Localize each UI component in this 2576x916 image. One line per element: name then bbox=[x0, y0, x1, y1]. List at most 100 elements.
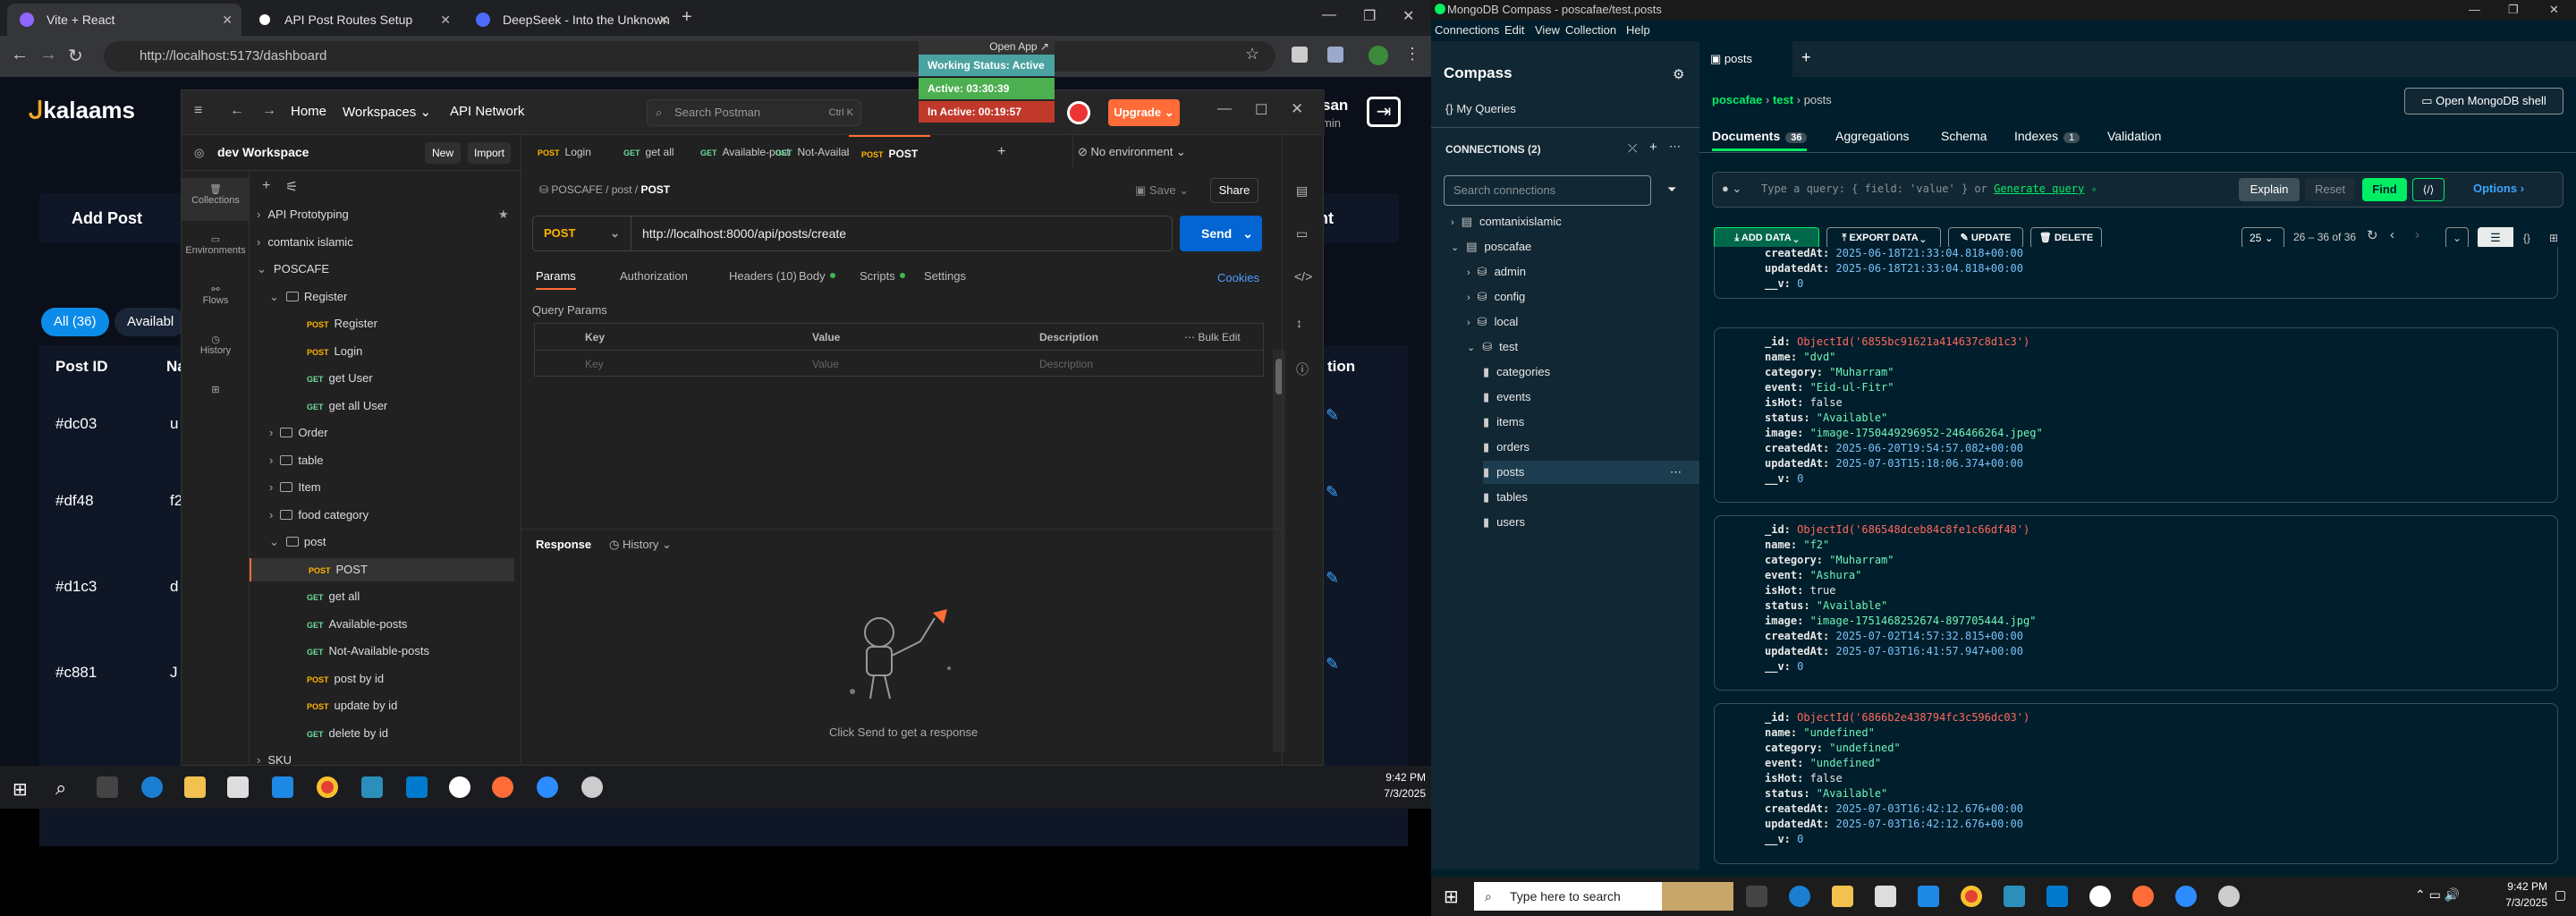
save-button[interactable]: ▣ Save ⌄ bbox=[1135, 183, 1189, 198]
subtab[interactable]: Body bbox=[799, 269, 835, 283]
sidebar-item[interactable]: ▮ orders bbox=[1483, 440, 1530, 454]
tab-validation[interactable]: Validation bbox=[2107, 129, 2161, 143]
open-shell-button[interactable]: ▭ Open MongoDB shell bbox=[2404, 88, 2563, 114]
vscode-icon[interactable] bbox=[2046, 886, 2068, 907]
postman-icon[interactable] bbox=[2132, 886, 2154, 907]
sidebar-item[interactable]: › food category bbox=[269, 504, 369, 527]
tab-request[interactable]: POST POST bbox=[849, 135, 931, 169]
app-icon[interactable] bbox=[581, 776, 603, 798]
subtab[interactable]: Authorization bbox=[620, 269, 688, 283]
request-url-input[interactable]: http://localhost:8000/api/posts/create bbox=[642, 216, 846, 250]
sidebar-item[interactable]: › table bbox=[269, 449, 324, 472]
zoom-icon[interactable] bbox=[537, 776, 558, 798]
menu-item[interactable]: Edit bbox=[1504, 20, 1524, 41]
forward-icon[interactable]: → bbox=[39, 45, 57, 65]
options-toggle[interactable]: Options › bbox=[2473, 182, 2524, 195]
sidebar-item[interactable]: GET get all bbox=[282, 585, 360, 608]
comments-icon[interactable]: ▭ bbox=[1296, 226, 1308, 242]
forward-icon[interactable]: → bbox=[262, 103, 276, 119]
close-icon[interactable]: ✕ bbox=[440, 4, 451, 36]
page-size-select[interactable]: 25 ⌄ bbox=[2241, 227, 2284, 249]
file-explorer-icon[interactable] bbox=[1832, 886, 1853, 907]
browser-tab-deepseek[interactable]: DeepSeek - Into the Unknown ✕ bbox=[463, 4, 678, 36]
bulk-edit-link[interactable]: ⋯ Bulk Edit bbox=[1184, 331, 1241, 344]
tab-request[interactable]: POST Login bbox=[538, 135, 591, 169]
tab-schema[interactable]: Schema bbox=[1941, 129, 1987, 143]
history-dropdown[interactable]: ◷ History ⌄ bbox=[609, 538, 672, 552]
edge-icon[interactable] bbox=[141, 776, 163, 798]
sidebar-item-collections[interactable]: 🗑 Collections bbox=[182, 178, 250, 221]
more-icon[interactable]: ⋯ bbox=[1669, 140, 1681, 154]
taskbar-search-input[interactable]: ⌕ Type here to search bbox=[1474, 882, 1733, 911]
close-window-button[interactable]: ✕ bbox=[1291, 100, 1303, 118]
menu-item[interactable]: View bbox=[1535, 20, 1560, 41]
value-input[interactable]: Value bbox=[812, 358, 839, 370]
tab-docs[interactable]: Documents 36 bbox=[1712, 129, 1808, 151]
delete-button[interactable]: 🗑 DELETE bbox=[2030, 227, 2102, 249]
my-queries-link[interactable]: {} My Queries bbox=[1445, 102, 1516, 115]
sidebar-item[interactable]: GET Not-Available-posts bbox=[282, 640, 429, 663]
query-history-icon[interactable]: ● ⌄ bbox=[1722, 182, 1741, 196]
sidebar-item[interactable]: › ⛁ admin bbox=[1467, 265, 1526, 279]
sidebar-item[interactable]: GET get User bbox=[282, 367, 373, 390]
task-view-icon[interactable] bbox=[97, 776, 118, 798]
document-card[interactable]: _id: ObjectId('6866b2e438794fc3c596dc03'… bbox=[1714, 703, 2558, 864]
sidebar-item[interactable]: GET Available-posts bbox=[282, 613, 407, 636]
expand-icon[interactable]: ↕ bbox=[1296, 316, 1302, 330]
chatgpt-icon[interactable] bbox=[449, 776, 470, 798]
sidebar-item[interactable]: ▮ items bbox=[1483, 415, 1524, 429]
sidebar-item[interactable]: POST post by id bbox=[282, 667, 384, 691]
sidebar-item[interactable]: › ▤ comtanixislamic bbox=[1451, 215, 1562, 229]
new-tab-button[interactable]: + bbox=[682, 7, 692, 28]
add-data-button[interactable]: ⤓ ADD DATA ⌄ bbox=[1714, 227, 1819, 249]
sidebar-item[interactable]: › comtanix islamic bbox=[257, 231, 353, 254]
sidebar-item[interactable]: ⌄ post bbox=[269, 530, 326, 554]
sidebar-item[interactable]: ▮ events bbox=[1483, 390, 1530, 404]
open-app-link[interactable]: Open App ↗ bbox=[919, 38, 1055, 55]
sidebar-item[interactable]: GET get all User bbox=[282, 394, 387, 418]
edge-icon[interactable] bbox=[1789, 886, 1810, 907]
sidebar-item-environments[interactable]: ▭ Environments bbox=[182, 228, 250, 271]
postman-icon[interactable] bbox=[492, 776, 513, 798]
extension-icon[interactable] bbox=[1327, 47, 1343, 63]
zoom-icon[interactable] bbox=[2175, 886, 2197, 907]
scrollbar[interactable] bbox=[1273, 350, 1285, 752]
sidebar-item[interactable]: ▮ posts ⋯ bbox=[1483, 461, 1699, 484]
task-view-icon[interactable] bbox=[1746, 886, 1767, 907]
share-button[interactable]: Share bbox=[1210, 178, 1258, 203]
chrome-icon[interactable] bbox=[1961, 886, 1982, 907]
back-icon[interactable]: ← bbox=[11, 45, 29, 65]
sidebar-item[interactable]: POST update by id bbox=[282, 694, 397, 717]
subtab[interactable]: Settings bbox=[924, 269, 966, 283]
store-icon[interactable] bbox=[1875, 886, 1896, 907]
reload-icon[interactable]: ↻ bbox=[68, 45, 83, 67]
add-tab-button[interactable]: + bbox=[997, 135, 1005, 169]
tab-agg[interactable]: Aggregations bbox=[1835, 129, 1910, 143]
maximize-button[interactable]: ❐ bbox=[2508, 0, 2519, 20]
generate-query-link[interactable]: Generate query bbox=[1994, 182, 2084, 195]
sidebar-item[interactable]: ⌄ Register bbox=[269, 285, 347, 309]
close-window-button[interactable]: ✕ bbox=[1402, 7, 1414, 25]
edit-icon[interactable]: ✎ bbox=[1326, 569, 1339, 588]
crumb-db[interactable]: poscafae bbox=[1712, 93, 1762, 106]
maximize-button[interactable]: ☐ bbox=[1255, 101, 1267, 119]
list-view-icon[interactable]: ☰ bbox=[2478, 227, 2513, 249]
file-explorer-icon[interactable] bbox=[184, 776, 206, 798]
menu-item[interactable]: Collection bbox=[1565, 20, 1616, 41]
tray-icons[interactable]: ⌃ ▭ 🔊 bbox=[2415, 887, 2460, 903]
edit-icon[interactable]: ✎ bbox=[1326, 406, 1339, 425]
document-card[interactable]: _id: ObjectId('686548dceb84c8fe1c66df48'… bbox=[1714, 515, 2558, 691]
description-input[interactable]: Description bbox=[1039, 358, 1093, 370]
close-icon[interactable]: ✕ bbox=[658, 4, 669, 36]
cookies-link[interactable]: Cookies bbox=[1217, 271, 1259, 284]
sidebar-item[interactable]: ▮ categories bbox=[1483, 365, 1550, 379]
hamburger-icon[interactable]: ≡ bbox=[194, 103, 202, 119]
sidebar-item[interactable]: › ⛁ config bbox=[1467, 290, 1525, 304]
document-card[interactable]: _id: ObjectId('6855bc91621a414637c8d1c3'… bbox=[1714, 327, 2558, 503]
profile-avatar[interactable] bbox=[1368, 46, 1388, 65]
filter-available-pill[interactable]: Availabl bbox=[114, 308, 187, 336]
subtab[interactable]: Scripts bbox=[860, 269, 905, 283]
new-button[interactable]: New bbox=[425, 142, 461, 164]
nav-workspaces[interactable]: Workspaces ⌄ bbox=[343, 104, 431, 120]
vscode-icon[interactable] bbox=[406, 776, 428, 798]
